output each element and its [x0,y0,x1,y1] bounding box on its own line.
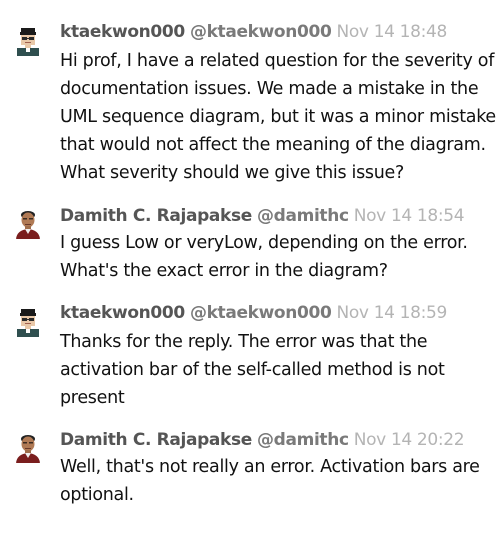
user-handle[interactable]: @damithc [257,430,349,450]
timestamp[interactable]: Nov 14 18:59 [337,303,448,323]
pixel-person-icon [13,307,43,337]
username-link[interactable]: ktaekwon000 [60,22,185,42]
message-header: Damith C. Rajapakse @damithc Nov 14 18:5… [60,205,465,227]
username-link[interactable]: ktaekwon000 [60,303,185,323]
message-header: ktaekwon000 @ktaekwon000 Nov 14 18:48 [60,21,447,43]
user-avatar-icon[interactable] [13,26,43,56]
message-header: Damith C. Rajapakse @damithc Nov 14 20:2… [60,429,465,451]
photo-person-icon [13,433,43,463]
message-text: Well, that's not really an error. Activa… [60,457,480,505]
user-handle[interactable]: @ktaekwon000 [190,22,332,42]
timestamp[interactable]: Nov 14 18:48 [337,22,448,42]
username-link[interactable]: Damith C. Rajapakse [60,430,252,450]
user-avatar-icon[interactable] [13,209,43,239]
photo-person-icon [13,209,43,239]
chat-thread: ktaekwon000 @ktaekwon000 Nov 14 18:48 Hi… [0,0,504,556]
timestamp[interactable]: Nov 14 18:54 [354,206,465,226]
timestamp[interactable]: Nov 14 20:22 [354,430,465,450]
user-handle[interactable]: @damithc [257,206,349,226]
message-text: Thanks for the reply. The error was that… [60,332,445,408]
user-avatar-icon[interactable] [13,307,43,337]
message-text: I guess Low or veryLow, depending on the… [60,233,468,281]
user-handle[interactable]: @ktaekwon000 [190,303,332,323]
message-text: Hi prof, I have a related question for t… [60,51,496,183]
username-link[interactable]: Damith C. Rajapakse [60,206,252,226]
message-header: ktaekwon000 @ktaekwon000 Nov 14 18:59 [60,302,447,324]
pixel-person-icon [13,26,43,56]
user-avatar-icon[interactable] [13,433,43,463]
